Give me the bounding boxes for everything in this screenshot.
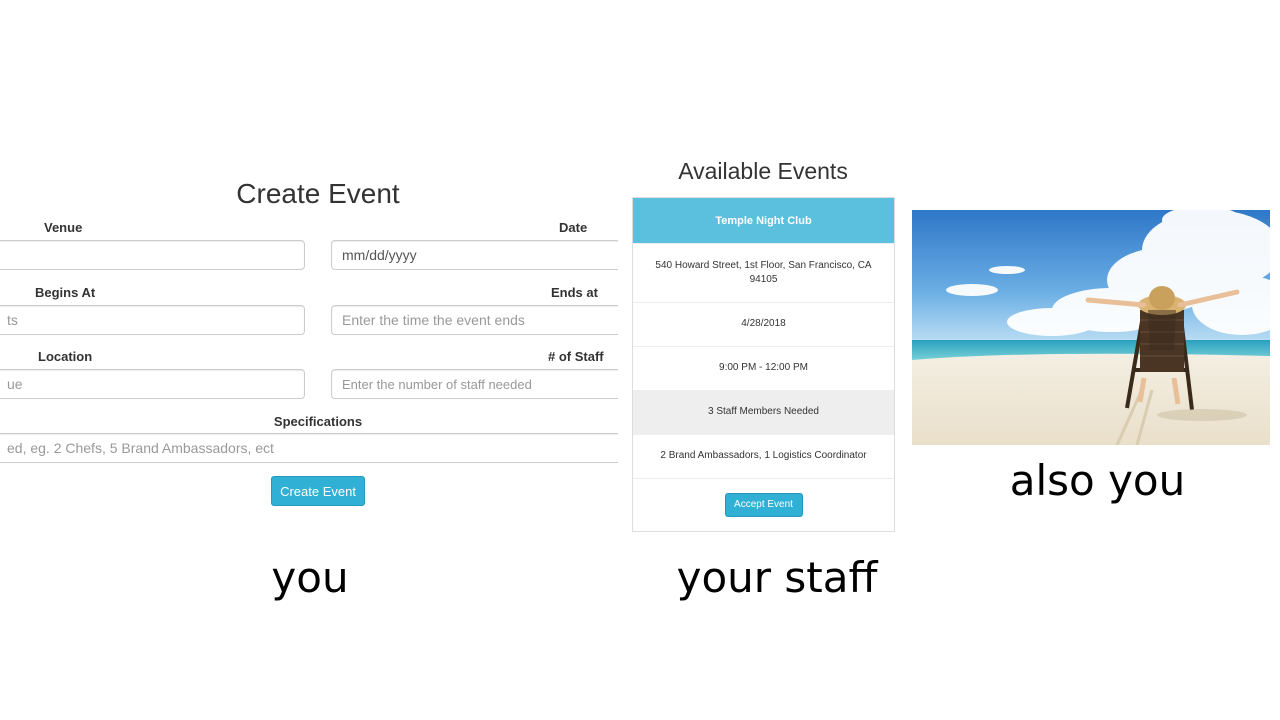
event-roles: 2 Brand Ambassadors, 1 Logistics Coordin… — [633, 434, 894, 478]
event-address: 540 Howard Street, 1st Floor, San Franci… — [633, 243, 894, 302]
specifications-input[interactable]: ed, eg. 2 Chefs, 5 Brand Ambassadors, ec… — [0, 433, 618, 463]
staff-count-input[interactable]: Enter the number of staff needed — [331, 369, 618, 399]
create-event-button[interactable]: Create Event — [271, 476, 365, 506]
ends-at-input[interactable]: Enter the time the event ends — [331, 305, 618, 335]
caption-you: you — [271, 553, 349, 602]
begins-at-input[interactable]: ts — [0, 305, 305, 335]
beach-photo — [912, 210, 1270, 445]
accept-row: Accept Event — [633, 478, 894, 531]
ends-at-label: Ends at — [551, 285, 598, 300]
event-venue-header: Temple Night Club — [633, 198, 894, 243]
form-title: Create Event — [236, 178, 400, 209]
caption-also-you: also you — [1009, 456, 1186, 505]
staff-count-label: # of Staff — [548, 349, 604, 364]
date-label: Date — [559, 220, 588, 235]
event-card: Temple Night Club 540 Howard Street, 1st… — [632, 197, 895, 532]
specifications-label: Specifications — [273, 414, 363, 429]
location-label: Location — [38, 349, 93, 364]
event-time: 9:00 PM - 12:00 PM — [633, 346, 894, 390]
begins-at-label: Begins At — [35, 285, 96, 300]
accept-event-button[interactable]: Accept Event — [724, 493, 803, 517]
caption-your-staff: your staff — [676, 553, 878, 602]
venue-label: Venue — [44, 220, 83, 235]
available-events-title: Available Events — [678, 158, 848, 184]
event-staff-needed: 3 Staff Members Needed — [633, 390, 894, 434]
location-input[interactable]: ue — [0, 369, 305, 399]
date-input[interactable]: mm/dd/yyyy — [331, 240, 618, 270]
create-event-form: Create Event Venue Date mm/dd/yyyy Begin… — [0, 160, 618, 520]
venue-input[interactable] — [0, 240, 305, 270]
event-date: 4/28/2018 — [633, 302, 894, 346]
